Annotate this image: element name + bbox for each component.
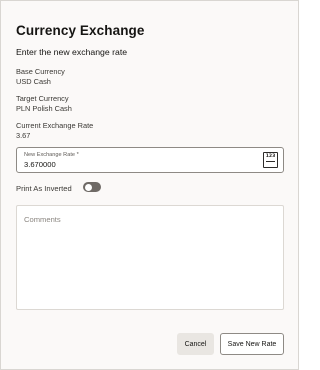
calculator-icon-bar [266,161,275,163]
currency-exchange-dialog: Currency Exchange Enter the new exchange… [0,0,299,370]
target-currency-value: PLN Polish Cash [16,104,72,113]
current-rate-field: Current Exchange Rate 3.67 [16,121,93,141]
calculator-icon-text: 123 [265,154,276,159]
required-marker: * [76,152,79,158]
dialog-subtitle: Enter the new exchange rate [16,47,128,57]
current-rate-value: 3.67 [16,131,31,140]
toggle-knob [85,183,92,191]
calculator-icon[interactable]: 123 [263,152,278,168]
current-rate-label: Current Exchange Rate [16,121,94,130]
new-exchange-rate-label-text: New Exchange Rate [24,152,75,158]
save-new-rate-button[interactable]: Save New Rate [220,333,284,355]
comments-textarea[interactable]: Comments [16,205,284,310]
base-currency-label: Base Currency [16,67,65,76]
base-currency-value: USD Cash [16,77,51,86]
comments-placeholder: Comments [24,215,61,224]
print-inverted-label: Print As Inverted [16,184,72,193]
cancel-button[interactable]: Cancel [177,333,214,355]
base-currency-field: Base Currency USD Cash [16,67,65,87]
target-currency-field: Target Currency PLN Polish Cash [16,94,72,114]
print-inverted-toggle[interactable] [83,182,101,192]
target-currency-label: Target Currency [16,94,69,103]
dialog-title: Currency Exchange [16,23,145,38]
new-exchange-rate-input[interactable]: New Exchange Rate * 3.670000 123 [16,147,284,173]
new-exchange-rate-label: New Exchange Rate * [24,152,79,158]
new-exchange-rate-value[interactable]: 3.670000 [24,160,56,169]
